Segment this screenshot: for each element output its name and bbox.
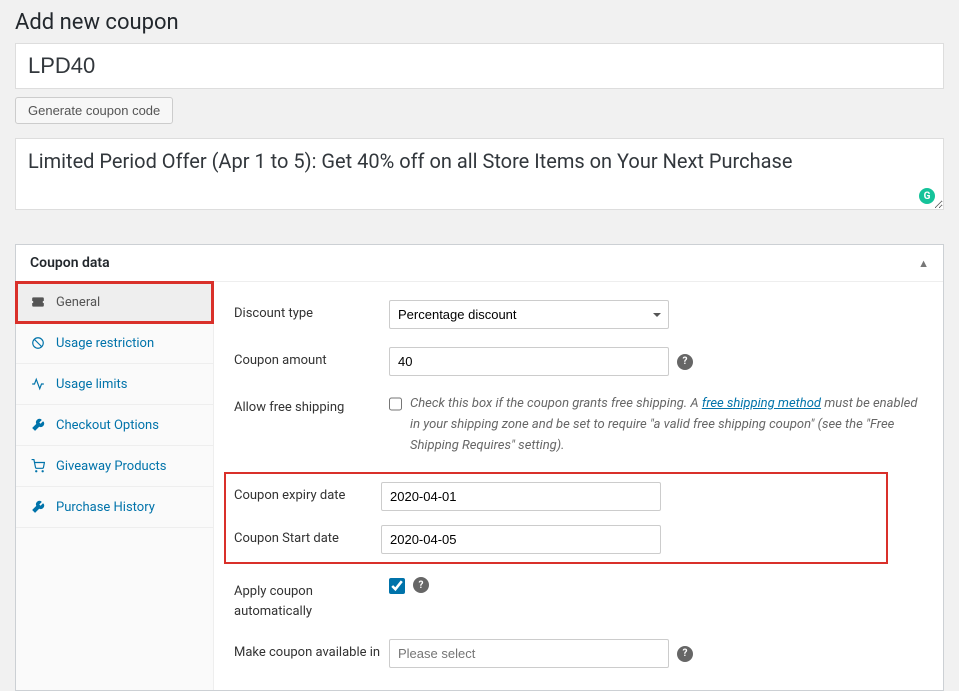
tabs-sidebar: General Usage restriction Usage limits bbox=[16, 282, 214, 690]
tab-checkout-options[interactable]: Checkout Options bbox=[16, 405, 213, 446]
help-icon[interactable]: ? bbox=[677, 646, 693, 662]
ticket-icon bbox=[30, 294, 46, 310]
free-shipping-method-link[interactable]: free shipping method bbox=[702, 396, 821, 411]
start-date-input[interactable] bbox=[381, 525, 661, 554]
apply-auto-checkbox[interactable] bbox=[389, 578, 405, 594]
generate-coupon-button[interactable]: Generate coupon code bbox=[15, 97, 173, 124]
tab-general[interactable]: General bbox=[16, 282, 213, 323]
help-icon[interactable]: ? bbox=[413, 577, 429, 593]
wrench-icon bbox=[30, 417, 46, 433]
pulse-icon bbox=[30, 376, 46, 392]
free-shipping-checkbox[interactable] bbox=[389, 396, 402, 412]
free-shipping-description: Check this box if the coupon grants free… bbox=[410, 394, 923, 456]
block-icon bbox=[30, 335, 46, 351]
tab-label: Usage restriction bbox=[56, 336, 154, 351]
date-group-highlight: Coupon expiry date Coupon Start date bbox=[226, 474, 886, 562]
tab-label: Checkout Options bbox=[56, 418, 159, 433]
start-date-label: Coupon Start date bbox=[234, 525, 381, 546]
panel-header[interactable]: Coupon data ▲ bbox=[16, 245, 943, 282]
coupon-amount-label: Coupon amount bbox=[234, 347, 389, 368]
coupon-description-input[interactable]: Limited Period Offer (Apr 1 to 5): Get 4… bbox=[15, 138, 944, 210]
tab-giveaway-products[interactable]: Giveaway Products bbox=[16, 446, 213, 487]
coupon-code-input[interactable] bbox=[15, 43, 944, 89]
discount-type-select[interactable]: Percentage discount bbox=[389, 300, 669, 329]
help-icon[interactable]: ? bbox=[677, 354, 693, 370]
tab-usage-limits[interactable]: Usage limits bbox=[16, 364, 213, 405]
coupon-amount-input[interactable] bbox=[389, 347, 669, 376]
coupon-data-panel: Coupon data ▲ General Usage restriction bbox=[15, 244, 944, 691]
available-in-label: Make coupon available in bbox=[234, 639, 389, 660]
available-in-select[interactable] bbox=[389, 639, 669, 668]
collapse-icon[interactable]: ▲ bbox=[918, 257, 929, 270]
apply-auto-label: Apply coupon automatically bbox=[234, 576, 389, 621]
expiry-date-label: Coupon expiry date bbox=[234, 482, 381, 503]
discount-type-label: Discount type bbox=[234, 300, 389, 321]
free-shipping-label: Allow free shipping bbox=[234, 394, 389, 415]
expiry-date-input[interactable] bbox=[381, 482, 661, 511]
panel-title: Coupon data bbox=[30, 255, 110, 271]
grammarly-icon[interactable] bbox=[919, 188, 935, 204]
tab-label: Purchase History bbox=[56, 500, 155, 515]
tab-purchase-history[interactable]: Purchase History bbox=[16, 487, 213, 528]
form-area: Discount type Percentage discount Coupon… bbox=[214, 282, 943, 690]
tab-label: Usage limits bbox=[56, 377, 127, 392]
tab-label: Giveaway Products bbox=[56, 459, 166, 474]
tab-usage-restriction[interactable]: Usage restriction bbox=[16, 323, 213, 364]
cart-icon bbox=[30, 458, 46, 474]
tab-label: General bbox=[56, 295, 100, 310]
page-title: Add new coupon bbox=[15, 10, 944, 35]
wrench-icon bbox=[30, 499, 46, 515]
